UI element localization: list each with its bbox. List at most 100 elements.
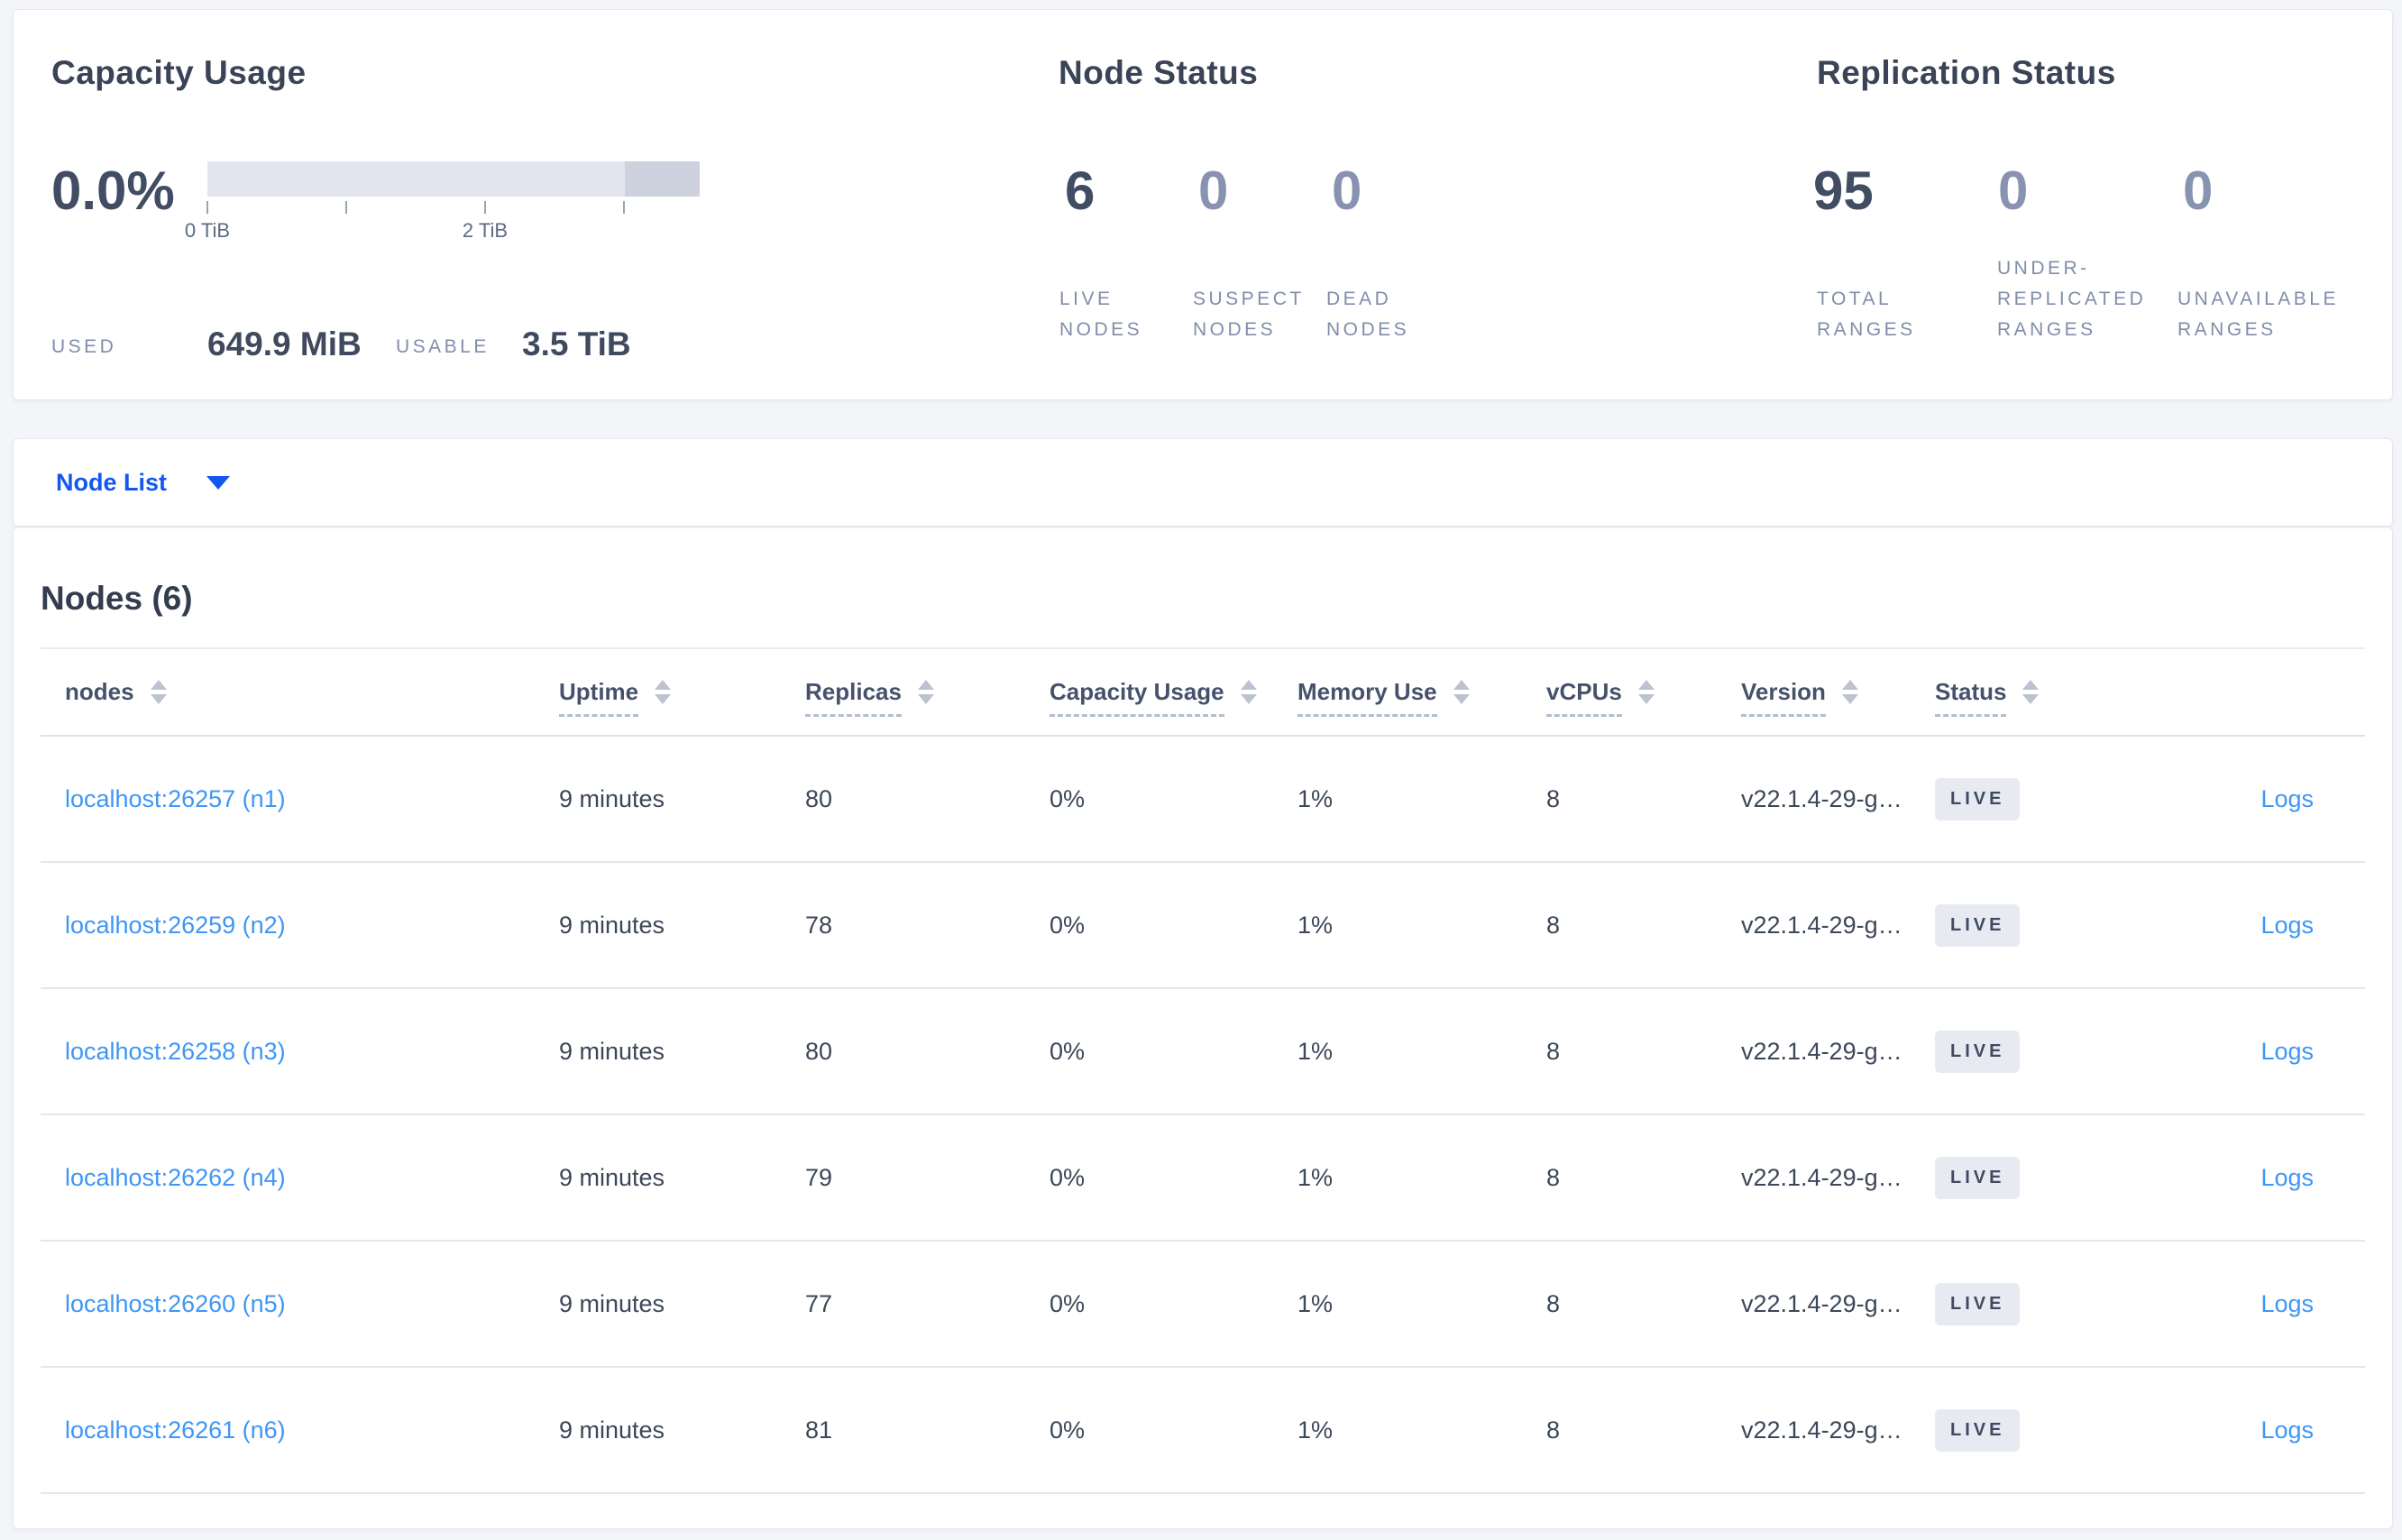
view-selector-strip: Node List [13,438,2393,527]
logs-link[interactable]: Logs [2260,912,2314,939]
sort-icon[interactable] [917,680,934,704]
unavailable-ranges-label: UNAVAILABLE RANGES [2177,289,2339,340]
usable-label: USABLE [396,336,490,357]
dead-nodes-label: DEAD NODES [1326,289,1410,340]
version-cell: v22.1.4-29-g… [1741,784,1902,812]
column-header-replicas[interactable]: Replicas [805,678,1050,717]
chevron-down-icon [206,475,231,490]
capacity-usage-cell: 0% [1050,911,1086,939]
capacity-usage-cell: 0% [1050,1416,1086,1444]
status-cell: LIVE [1935,1156,2151,1199]
replicas-cell: 78 [805,911,833,939]
view-select-dropdown[interactable]: Node List [56,468,231,497]
used-value: 649.9 MiB [207,325,362,362]
capacity-usage-cell: 0% [1050,784,1086,812]
node-address-link[interactable]: localhost:26260 (n5) [65,1290,286,1317]
status-cell: LIVE [1935,1030,2151,1073]
replication-values: 95 0 0 [1813,160,2368,222]
status-badge: LIVE [1935,1408,2021,1452]
status-badge: LIVE [1935,1282,2021,1325]
column-header-status[interactable]: Status [1935,678,2151,717]
status-badge: LIVE [1935,1030,2021,1073]
total-ranges-count: 95 [1813,160,1874,221]
memory-use-cell: 1% [1297,784,1334,812]
logs-cell: Logs [2151,1416,2365,1444]
node-address-link[interactable]: localhost:26258 (n3) [65,1038,286,1065]
cluster-summary-card: Capacity Usage 0.0% 0 TiB 2 TiB USED 649… [13,9,2393,400]
sort-icon[interactable] [1841,680,1858,704]
node-address-cell: localhost:26258 (n3) [41,1038,559,1066]
column-header-uptime[interactable]: Uptime [559,678,805,717]
vcpus-cell: 8 [1546,784,1561,812]
node-status-values: 6 0 0 [1065,160,1465,222]
capacity-usage-cell: 0% [1050,1289,1086,1317]
dead-nodes-count: 0 [1332,160,1362,221]
capacity-usage-title: Capacity Usage [51,54,307,91]
memory-use-cell: 1% [1297,1163,1334,1191]
sort-icon[interactable] [2022,680,2040,704]
node-address-link[interactable]: localhost:26261 (n6) [65,1416,286,1444]
capacity-usage-cell: 0% [1050,1037,1086,1065]
axis-tick-1 [345,201,347,214]
table-row: localhost:26259 (n2) 9 minutes 78 0% 1% … [41,863,2365,989]
column-header-nodes[interactable]: nodes [41,678,559,706]
vcpus-cell: 8 [1546,1163,1561,1191]
under-replicated-ranges-label: UNDER-REPLICATED RANGES [1997,258,2147,340]
node-address-link[interactable]: localhost:26262 (n4) [65,1164,286,1191]
uptime-cell: 9 minutes [559,1416,665,1444]
view-select-label: Node List [56,468,168,496]
replication-labels: TOTAL RANGES UNDER-REPLICATED RANGES UNA… [1817,252,2358,345]
sort-icon[interactable] [1637,680,1655,704]
logs-cell: Logs [2151,912,2365,940]
node-address-link[interactable]: localhost:26259 (n2) [65,912,286,939]
capacity-bar-chart [207,161,700,197]
node-status-title: Node Status [1059,54,1259,91]
capacity-usage-cell: 0% [1050,1163,1086,1191]
column-header-capacity-usage[interactable]: Capacity Usage [1050,678,1297,717]
logs-cell: Logs [2151,1038,2365,1066]
axis-tick-3 [623,201,625,214]
status-cell: LIVE [1935,777,2151,820]
vcpus-cell: 8 [1546,1289,1561,1317]
vcpus-cell: 8 [1546,911,1561,939]
sort-icon[interactable] [1453,680,1470,704]
replicas-cell: 81 [805,1416,833,1444]
logs-link[interactable]: Logs [2260,785,2314,812]
version-cell: v22.1.4-29-g… [1741,1163,1902,1191]
capacity-bar-usable-segment [207,161,625,197]
version-cell: v22.1.4-29-g… [1741,911,1902,939]
node-address-cell: localhost:26262 (n4) [41,1164,559,1192]
table-row: localhost:26260 (n5) 9 minutes 77 0% 1% … [41,1242,2365,1368]
live-nodes-label: LIVE NODES [1059,289,1143,340]
table-header-row: nodes Uptime Replicas Capacity Usage Mem… [41,647,2365,737]
uptime-cell: 9 minutes [559,1289,665,1317]
sort-icon[interactable] [655,680,672,704]
table-row: localhost:26258 (n3) 9 minutes 80 0% 1% … [41,989,2365,1115]
memory-use-cell: 1% [1297,1037,1334,1065]
column-header-vcpus[interactable]: vCPUs [1546,678,1741,717]
replication-status-title: Replication Status [1817,54,2116,91]
logs-link[interactable]: Logs [2260,1164,2314,1191]
logs-link[interactable]: Logs [2260,1038,2314,1065]
sort-icon[interactable] [150,680,167,704]
column-header-version[interactable]: Version [1741,678,1935,717]
replicas-cell: 80 [805,1037,833,1065]
used-label: USED [51,336,117,357]
sort-icon[interactable] [1240,680,1257,704]
table-row: localhost:26261 (n6) 9 minutes 81 0% 1% … [41,1368,2365,1494]
version-cell: v22.1.4-29-g… [1741,1289,1902,1317]
logs-link[interactable]: Logs [2260,1416,2314,1444]
status-cell: LIVE [1935,1408,2151,1452]
status-badge: LIVE [1935,777,2021,820]
suspect-nodes-label: SUSPECT NODES [1193,289,1305,340]
replicas-cell: 77 [805,1289,833,1317]
axis-tick-2 [484,201,486,214]
replicas-cell: 80 [805,784,833,812]
capacity-used-percent: 0.0% [51,160,175,221]
node-address-cell: localhost:26261 (n6) [41,1416,559,1444]
axis-label-0tib: 0 TiB [184,219,231,242]
memory-use-cell: 1% [1297,1416,1334,1444]
logs-link[interactable]: Logs [2260,1290,2314,1317]
column-header-memory-use[interactable]: Memory Use [1297,678,1546,717]
node-address-link[interactable]: localhost:26257 (n1) [65,785,286,812]
